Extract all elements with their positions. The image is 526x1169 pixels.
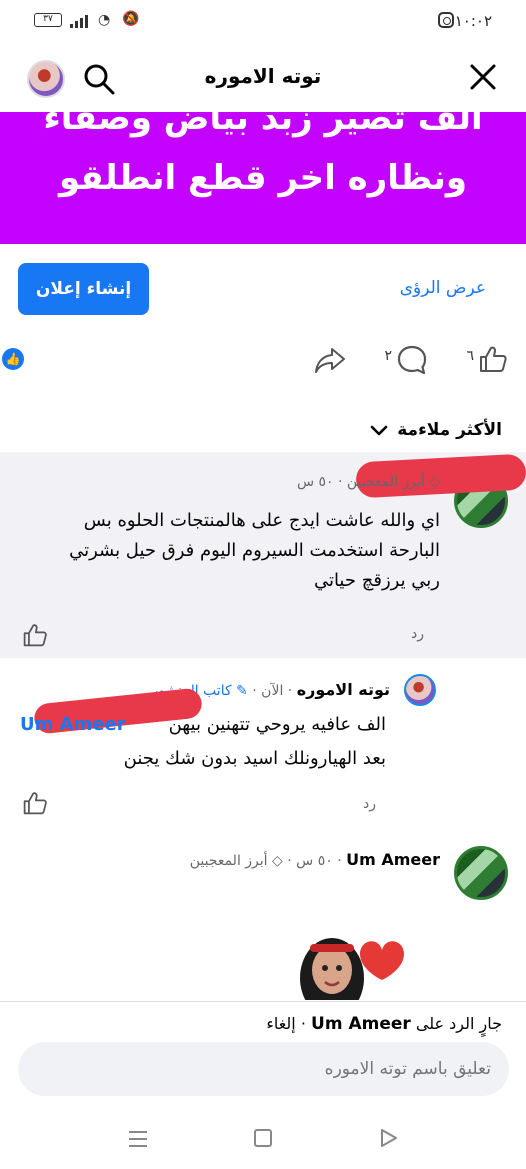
comment-item: توته الاموره · الآن · ✎ كاتب المنشور الف… bbox=[0, 660, 526, 830]
like-count: ٦ bbox=[466, 348, 474, 364]
pencil-icon: ✎ bbox=[236, 683, 248, 699]
share-icon[interactable] bbox=[314, 346, 346, 374]
replying-prefix: جارٍ الرد على bbox=[415, 1014, 502, 1033]
mute-icon: 🔕 bbox=[122, 11, 140, 27]
comment-line: بعد الهيارونلك اسيد بدون شك يجنن bbox=[123, 748, 386, 769]
comment-icon[interactable] bbox=[396, 344, 428, 376]
comment-time: ٥٠ س bbox=[296, 474, 334, 490]
comment-text: اي والله عاشت ايدج على هالمنتجات الحلوه … bbox=[69, 506, 440, 596]
home-icon[interactable] bbox=[254, 1129, 272, 1147]
comment-count: ٢ bbox=[384, 348, 392, 364]
comment-meta: ◇ أبرز المعجبين · ٥٠ س bbox=[296, 474, 440, 490]
view-insights-link[interactable]: عرض الرؤى bbox=[400, 278, 486, 298]
chevron-down-icon[interactable] bbox=[370, 424, 388, 438]
comment-item: ◇ أبرز المعجبين · ٥٠ س اي والله عاشت ايد… bbox=[0, 452, 526, 658]
create-ad-button[interactable]: إنشاء إعلان bbox=[18, 263, 149, 315]
reply-composer: جارٍ الرد على Um Ameer · إلغاء bbox=[0, 1001, 526, 1169]
comment-line: الف عافيه يروحي تتهنين بيهن bbox=[168, 714, 386, 735]
fan-badge: أبرز المعجبين bbox=[346, 474, 425, 490]
comment-text: الف عافيه يروحي تتهنين بيهن bbox=[169, 710, 386, 740]
diamond-icon: ◇ bbox=[429, 474, 440, 490]
comment-text: بعد الهيارونلك اسيد بدون شك يجنن bbox=[124, 744, 386, 774]
back-icon[interactable] bbox=[380, 1128, 398, 1148]
signal-icon bbox=[70, 14, 90, 28]
author-avatar[interactable] bbox=[404, 674, 436, 706]
page-avatar[interactable] bbox=[27, 60, 65, 98]
header: توته الاموره bbox=[0, 46, 526, 110]
reactions-row: 👍 ٢ ٦ bbox=[0, 340, 526, 380]
reply-link[interactable]: رد bbox=[411, 626, 424, 642]
like-reaction-icon[interactable]: 👍 bbox=[2, 348, 24, 370]
battery-icon: ٣٧ bbox=[34, 13, 62, 27]
replying-to-name: Um Ameer bbox=[311, 1014, 411, 1034]
system-nav-bar bbox=[0, 1122, 526, 1162]
status-time: ١٠:٠٢ bbox=[454, 12, 492, 30]
page-title: توته الاموره bbox=[204, 64, 322, 88]
comment-line: ربي يرزقچ حياتي bbox=[313, 570, 440, 591]
reply-link[interactable]: رد bbox=[363, 796, 376, 812]
comment-item: Um Ameer · ٥٠ س · ◇ أبرز المعجبين bbox=[0, 840, 526, 1000]
post-image-banner: الف تصير زبد بياض وصفاء ونظاره اخر قطع ا… bbox=[0, 112, 526, 244]
sort-dropdown[interactable]: الأكثر ملاءمة bbox=[397, 420, 502, 440]
commenter-avatar[interactable] bbox=[454, 846, 508, 900]
like-icon[interactable] bbox=[22, 622, 48, 648]
replying-to-label: جارٍ الرد على Um Ameer · إلغاء bbox=[266, 1014, 502, 1034]
banner-line-2: ونظاره اخر قطع انطلقو bbox=[58, 158, 468, 198]
fan-badge: أبرز المعجبين bbox=[189, 853, 268, 869]
instagram-icon bbox=[438, 12, 454, 28]
search-icon[interactable] bbox=[82, 62, 116, 96]
comment-line: البارحة استخدمت السيروم اليوم فرق حيل بش… bbox=[69, 540, 440, 561]
avatar-sticker bbox=[300, 938, 404, 1000]
comment-meta: Um Ameer · ٥٠ س · ◇ أبرز المعجبين bbox=[189, 850, 440, 869]
close-icon[interactable] bbox=[466, 60, 500, 94]
comment-author[interactable]: Um Ameer bbox=[346, 850, 440, 869]
cancel-reply-link[interactable]: إلغاء bbox=[266, 1014, 295, 1033]
comment-line: اي والله عاشت ايدج على هالمنتجات الحلوه … bbox=[83, 510, 440, 531]
banner-line-1: الف تصير زبد بياض وصفاء bbox=[43, 112, 483, 138]
like-icon[interactable] bbox=[22, 790, 48, 816]
comment-author[interactable]: توته الاموره bbox=[297, 680, 390, 699]
recent-apps-icon[interactable] bbox=[128, 1130, 148, 1148]
comment-input[interactable] bbox=[18, 1042, 509, 1096]
comment-time: ٥٠ س bbox=[296, 853, 333, 869]
like-icon[interactable] bbox=[478, 344, 508, 374]
diamond-icon: ◇ bbox=[272, 853, 283, 869]
status-bar: ٣٧ ◔ 🔕 ١٠:٠٢ bbox=[0, 0, 526, 46]
mention-link[interactable]: Um Ameer bbox=[20, 714, 126, 735]
comment-time: الآن bbox=[261, 683, 284, 699]
wifi-icon: ◔ bbox=[98, 12, 111, 28]
